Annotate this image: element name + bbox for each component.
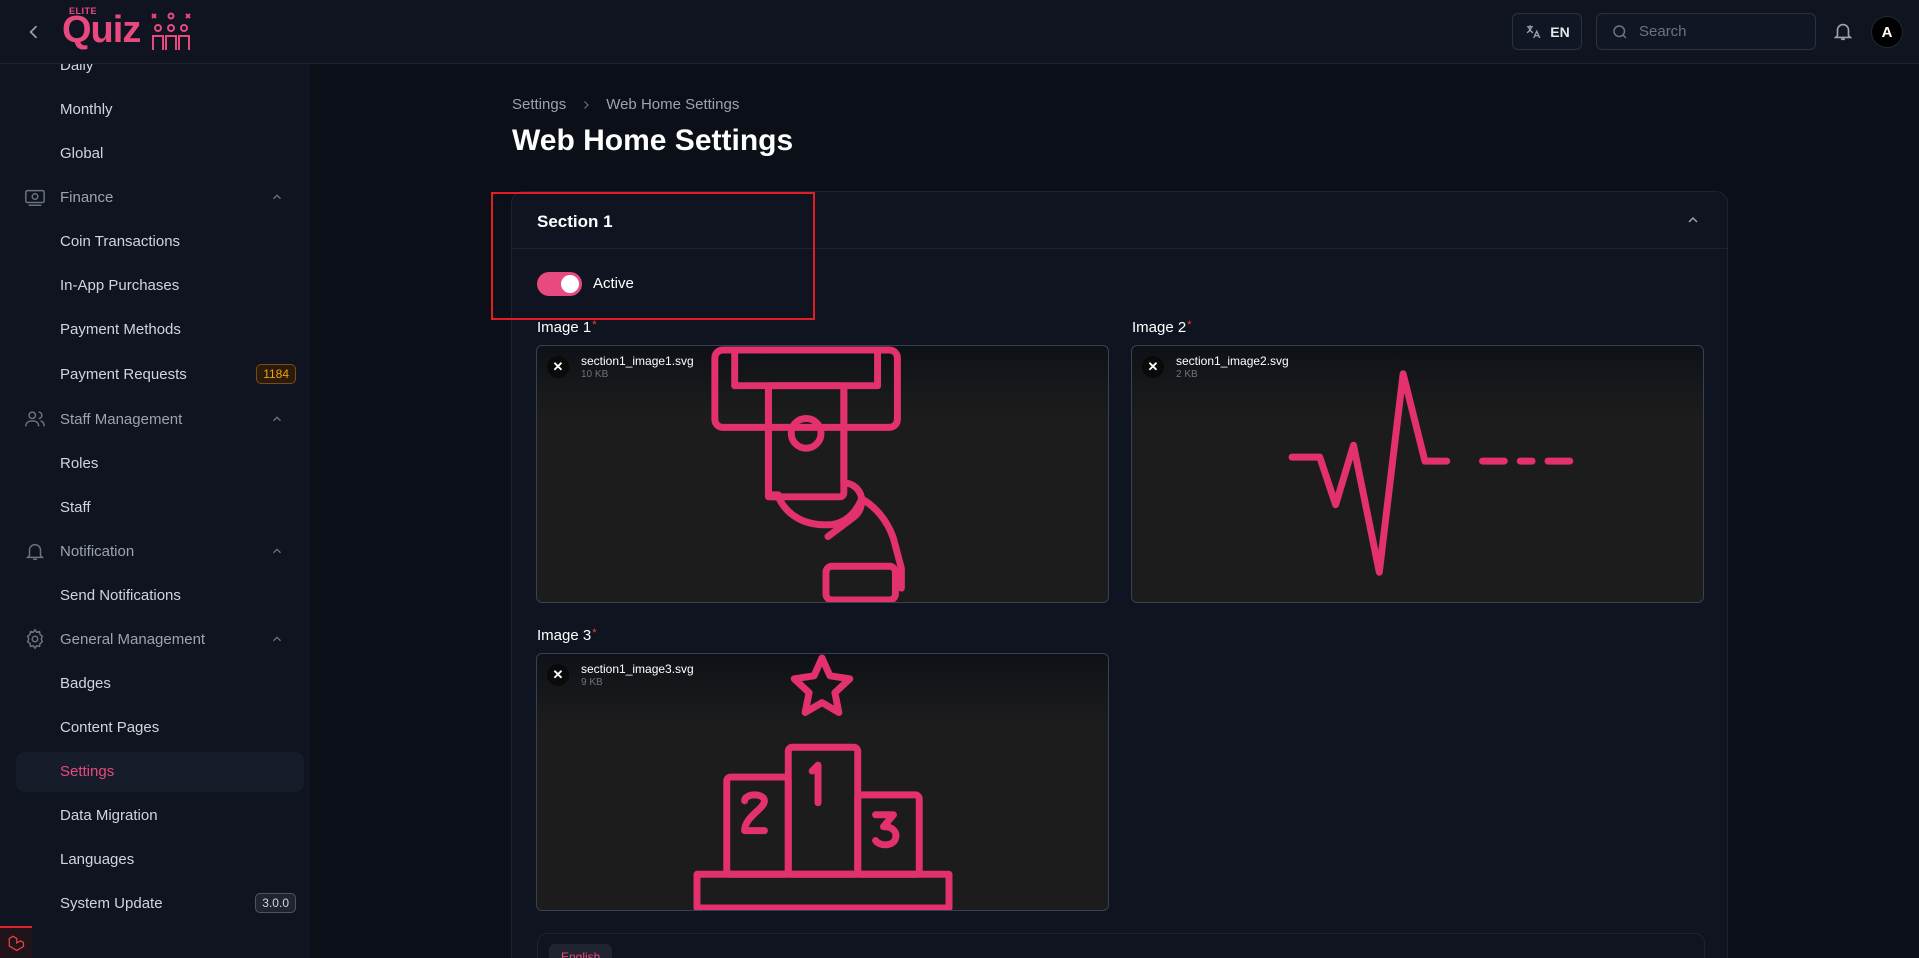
active-toggle-label: Active	[593, 275, 634, 292]
file-name: section1_image3.svg	[581, 662, 694, 676]
image-1-dropzone[interactable]: ✕ section1_image1.svg 10 KB	[536, 345, 1109, 603]
top-bar: ELITE Quiz EN A	[0, 0, 1919, 64]
section-header[interactable]: Section 1	[512, 192, 1727, 249]
remove-file-button[interactable]: ✕	[1142, 356, 1164, 378]
users-icon	[25, 411, 45, 427]
sidebar-item-content-pages[interactable]: Content Pages	[60, 719, 159, 736]
sidebar-item-send-notifications[interactable]: Send Notifications	[60, 587, 181, 604]
system-version-badge: 3.0.0	[255, 893, 296, 913]
toggle-knob	[561, 275, 579, 293]
search-box[interactable]	[1596, 13, 1816, 50]
section-card: Section 1 Active Image 1* ✕ section1_ima…	[511, 191, 1728, 958]
language-code: EN	[1550, 23, 1570, 40]
sidebar-item-roles[interactable]: Roles	[60, 455, 98, 472]
remove-file-button[interactable]: ✕	[547, 356, 569, 378]
image-2-label: Image 2*	[1132, 319, 1191, 336]
file-size: 2 KB	[1176, 369, 1198, 380]
bell-icon	[25, 543, 45, 560]
active-toggle[interactable]	[537, 272, 582, 296]
logo-quiz-text: Quiz	[62, 9, 141, 51]
required-marker: *	[592, 627, 597, 639]
sidebar-item-settings[interactable]: Settings	[60, 763, 114, 780]
sidebar-group-label: Finance	[60, 188, 114, 206]
tab-english[interactable]: English	[549, 944, 613, 958]
chevron-right-icon	[584, 100, 590, 109]
search-icon	[1613, 24, 1627, 39]
remove-file-button[interactable]: ✕	[547, 664, 569, 686]
file-size: 10 KB	[581, 369, 609, 380]
sidebar-item-payment-methods[interactable]: Payment Methods	[60, 321, 181, 338]
heartbeat-icon	[1288, 370, 1574, 576]
page-title: Web Home Settings	[512, 124, 794, 157]
sidebar: Daily Monthly Global Finance Coin Transa…	[0, 64, 310, 958]
image-1-label: Image 1*	[537, 319, 596, 336]
required-marker: *	[1187, 319, 1192, 331]
sidebar-item-global[interactable]: Global	[60, 145, 103, 162]
sidebar-item-payment-requests[interactable]: Payment Requests	[60, 366, 187, 383]
sidebar-item-staff[interactable]: Staff	[60, 499, 91, 516]
sidebar-group-label: General Management	[60, 630, 206, 648]
payment-requests-count-badge: 1184	[256, 364, 296, 384]
image-3-dropzone[interactable]: ✕ section1_image3.svg 9 KB	[536, 653, 1109, 911]
chevron-up-icon[interactable]	[1685, 212, 1701, 228]
sidebar-item-languages[interactable]: Languages	[60, 851, 134, 868]
sidebar-item-data-migration[interactable]: Data Migration	[60, 807, 158, 824]
sidebar-item-badges[interactable]: Badges	[60, 675, 111, 692]
file-name: section1_image1.svg	[581, 354, 694, 368]
app-logo[interactable]: ELITE Quiz	[62, 6, 194, 56]
image-2-dropzone[interactable]: ✕ section1_image2.svg 2 KB	[1131, 345, 1704, 603]
user-avatar[interactable]: A	[1871, 16, 1903, 48]
language-tabs: English	[537, 933, 1705, 958]
translate-icon	[1526, 24, 1541, 38]
atm-card-hand-icon	[711, 346, 905, 602]
breadcrumb: Settings Web Home Settings	[512, 96, 739, 113]
breadcrumb-current: Web Home Settings	[606, 96, 740, 113]
sidebar-group-label: Notification	[60, 542, 135, 560]
laravel-debug-icon[interactable]	[0, 926, 32, 958]
gear-icon	[26, 628, 44, 650]
search-input[interactable]	[1639, 23, 1799, 40]
logo-figures-icon	[151, 12, 191, 50]
language-switcher-button[interactable]: EN	[1512, 13, 1582, 50]
chevron-up-icon	[273, 636, 281, 642]
bell-icon[interactable]	[1832, 20, 1856, 44]
file-name: section1_image2.svg	[1176, 354, 1289, 368]
sidebar-item-coin-transactions[interactable]: Coin Transactions	[60, 233, 180, 250]
file-size: 9 KB	[581, 677, 603, 688]
sidebar-item-in-app-purchases[interactable]: In-App Purchases	[60, 277, 179, 294]
breadcrumb-parent-link[interactable]: Settings	[512, 96, 566, 113]
chevron-up-icon	[273, 194, 281, 200]
sidebar-group-notification[interactable]: Notification	[24, 539, 294, 563]
sidebar-item-monthly[interactable]: Monthly	[60, 101, 113, 118]
banknote-icon	[25, 189, 45, 206]
sidebar-item-daily[interactable]: Daily	[60, 64, 93, 74]
image-3-label: Image 3*	[537, 627, 596, 644]
sidebar-group-staff-management[interactable]: Staff Management	[24, 407, 294, 431]
sidebar-group-finance[interactable]: Finance	[24, 185, 294, 209]
image-3-label-text: Image 3	[537, 627, 592, 644]
sidebar-group-label: Staff Management	[60, 410, 183, 428]
chevron-up-icon	[273, 548, 281, 554]
chevron-up-icon	[273, 416, 281, 422]
sidebar-group-general-management[interactable]: General Management	[24, 627, 294, 651]
back-arrow-icon[interactable]	[22, 20, 46, 44]
sidebar-item-system-update[interactable]: System Update	[60, 895, 163, 912]
section-title: Section 1	[537, 212, 613, 231]
podium-star-icon	[693, 654, 953, 910]
image-1-label-text: Image 1	[537, 319, 592, 336]
required-marker: *	[592, 319, 597, 331]
image-2-label-text: Image 2	[1132, 319, 1187, 336]
